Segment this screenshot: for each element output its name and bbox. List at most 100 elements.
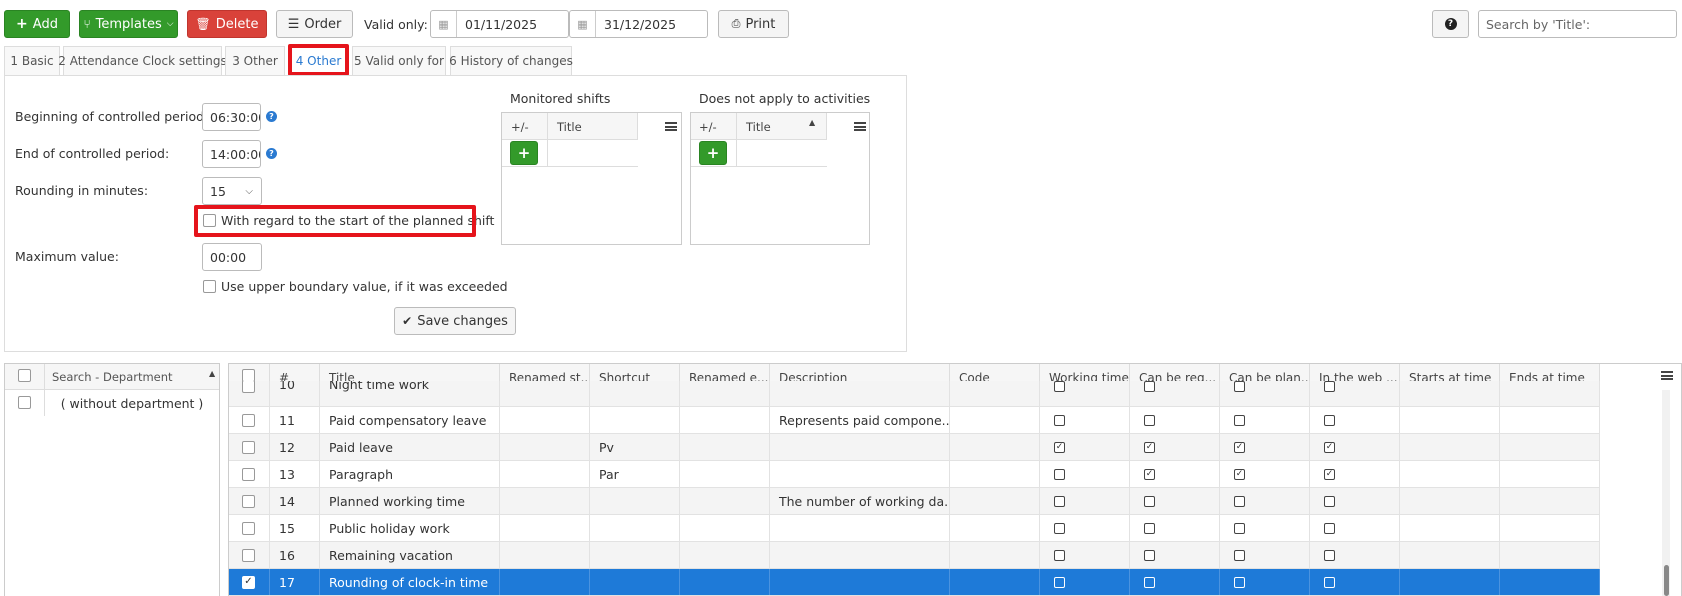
table-row[interactable]: ✓ 17 Rounding of clock-in time [229,569,1600,596]
monitored-col-plusminus: +/- [511,119,529,134]
upper-boundary-checkbox[interactable] [203,280,216,293]
can-be-planned-checkbox [1234,522,1245,534]
in-the-web-checkbox: ✓ [1324,468,1335,480]
row-select-checkbox[interactable] [242,521,255,535]
info-icon[interactable]: ? [266,111,277,122]
row-ends-at-time [1500,381,1600,406]
row-number: 15 [270,515,320,541]
row-description: The number of working da... [770,488,950,514]
templates-button-label: Templates [95,16,162,32]
table-row[interactable]: 15 Public holiday work [229,515,1600,542]
max-value-field[interactable]: 00:00 [202,243,262,271]
search-input[interactable]: Search by 'Title': [1478,10,1677,38]
templates-button[interactable]: ⑂ Templates ⌵ [79,10,178,38]
regard-start-checkbox[interactable] [203,214,216,227]
table-scrollbar-thumb[interactable] [1664,565,1669,596]
date-from-field[interactable]: ▦ 01/11/2025 [430,10,569,38]
row-shortcut [590,515,680,541]
row-select-checkbox[interactable] [242,440,255,454]
row-select-checkbox[interactable] [242,467,255,481]
order-button[interactable]: ☰ Order [276,10,353,38]
row-code [950,569,1040,595]
row-code [950,434,1040,460]
working-time-checkbox [1054,414,1065,426]
check-icon: ✔ [402,314,413,328]
row-ends-at-time [1500,407,1600,433]
list-icon: ☰ [287,16,300,32]
save-changes-button[interactable]: ✔ Save changes [394,307,516,335]
tab-other-4[interactable]: 4 Other [291,46,346,75]
help-button[interactable]: ? [1432,10,1469,38]
table-menu-icon[interactable] [1661,371,1673,380]
printer-icon: ⎙ [731,17,741,30]
row-select-checkbox[interactable] [242,381,255,393]
table-row[interactable]: 11 Paid compensatory leave Represents paid… [229,407,1600,434]
beginning-time-field[interactable]: 06:30:00 [202,103,261,131]
tab-valid-only-for[interactable]: 5 Valid only for [352,46,446,75]
rounding-value: 15 [210,183,226,199]
in-the-web-checkbox [1324,495,1335,507]
department-search-input[interactable]: Search - Department [52,364,173,390]
row-renamed-end [680,381,770,406]
in-the-web-checkbox [1324,576,1335,588]
plus-icon: + [16,16,28,32]
row-select-checkbox[interactable] [242,413,255,427]
rounding-select[interactable]: 15 ⌵ [202,177,262,205]
save-changes-label: Save changes [417,313,508,329]
add-button[interactable]: + Add [4,10,70,38]
table-row[interactable]: 13 Paragraph Par ✓ ✓ ✓ [229,461,1600,488]
end-time-field[interactable]: 14:00:00 [202,140,261,168]
row-starts-at-time [1400,434,1500,460]
row-shortcut [590,407,680,433]
can-be-planned-checkbox [1234,381,1245,392]
working-time-checkbox [1054,549,1065,561]
row-code [950,515,1040,541]
can-be-planned-checkbox: ✓ [1234,468,1245,480]
row-renamed-end [680,407,770,433]
in-the-web-checkbox: ✓ [1324,441,1335,453]
row-select-checkbox[interactable] [242,548,255,562]
add-activity-button[interactable]: + [699,141,727,165]
row-shortcut [590,488,680,514]
date-to-field[interactable]: ▦ 31/12/2025 [569,10,708,38]
row-shortcut [590,381,680,406]
menu-icon[interactable] [854,122,866,131]
can-be-requested-checkbox [1144,522,1155,534]
max-value-label: Maximum value: [15,249,119,264]
department-item-checkbox[interactable] [18,396,31,409]
monitored-col-title[interactable]: Title [557,113,582,140]
table-row[interactable]: 10 Night time work [229,381,1600,407]
row-title: Remaining vacation [320,542,500,568]
not-apply-col-title[interactable]: Title [746,113,771,140]
department-select-all-checkbox[interactable] [18,369,31,382]
beginning-label: Beginning of controlled period: [15,109,209,124]
table-row[interactable]: 16 Remaining vacation [229,542,1600,569]
add-shift-button[interactable]: + [510,141,538,165]
can-be-requested-checkbox [1144,495,1155,507]
row-renamed-end [680,461,770,487]
row-select-checkbox[interactable] [242,494,255,508]
can-be-requested-checkbox [1144,549,1155,561]
row-starts-at-time [1400,542,1500,568]
add-button-label: Add [32,16,58,32]
delete-button[interactable]: 🗑 Delete [187,10,267,38]
can-be-planned-checkbox [1234,414,1245,426]
tab-basic[interactable]: 1 Basic [4,46,60,75]
working-time-checkbox [1054,522,1065,534]
tab-other-3[interactable]: 3 Other [225,46,285,75]
sort-up-icon: ▲ [809,118,816,127]
row-number: 12 [270,434,320,460]
date-from-value: 01/11/2025 [465,16,538,32]
menu-icon[interactable] [665,122,677,131]
table-row[interactable]: 14 Planned working time The number of work… [229,488,1600,515]
info-icon[interactable]: ? [266,148,277,159]
table-row[interactable]: 12 Paid leave Pv ✓ ✓ ✓ ✓ [229,434,1600,461]
tab-history-of-changes[interactable]: 6 History of changes [449,46,573,75]
row-select-checkbox[interactable]: ✓ [242,575,255,589]
tab-attendance-clock-settings[interactable]: 2 Attendance Clock settings [58,46,227,75]
row-title: Rounding of clock-in time [320,569,500,595]
print-button[interactable]: ⎙ Print [718,10,789,38]
row-description [770,569,950,595]
department-item-label[interactable]: ( without department ) [45,390,219,416]
row-ends-at-time [1500,461,1600,487]
